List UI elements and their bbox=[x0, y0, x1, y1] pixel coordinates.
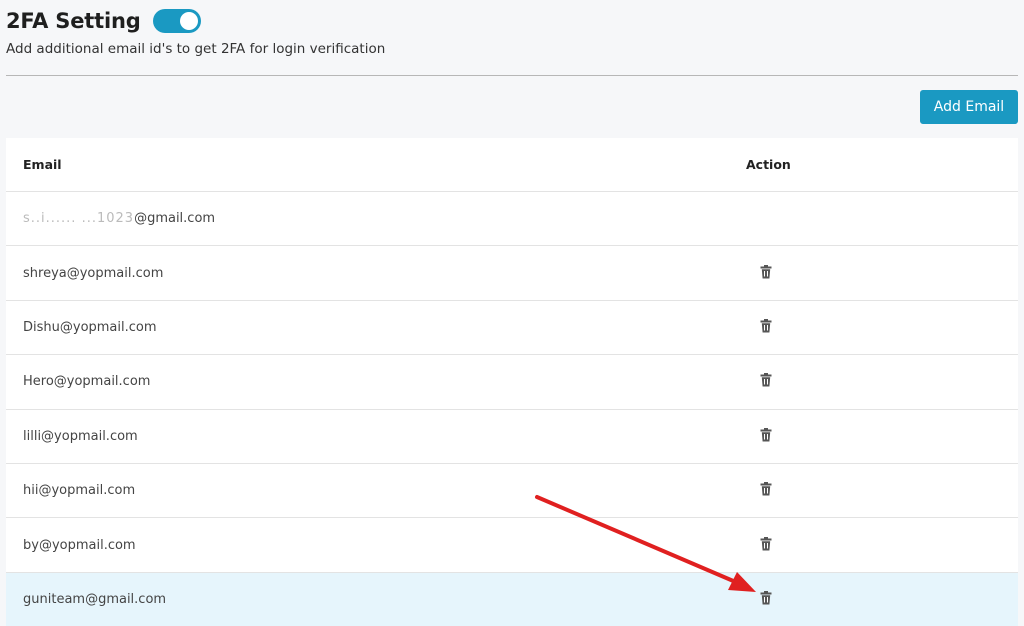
table-row: lilli@yopmail.com bbox=[6, 410, 1018, 464]
trash-icon[interactable] bbox=[759, 427, 773, 442]
email-cell: shreya@yopmail.com bbox=[23, 265, 164, 281]
trash-icon[interactable] bbox=[759, 318, 773, 333]
action-cell bbox=[746, 536, 1018, 555]
email-cell: Dishu@yopmail.com bbox=[23, 319, 157, 335]
table-row: shreya@yopmail.com bbox=[6, 246, 1018, 301]
trash-icon[interactable] bbox=[759, 536, 773, 551]
table-row: Hero@yopmail.com bbox=[6, 355, 1018, 410]
action-cell bbox=[746, 318, 1018, 337]
email-suffix: @gmail.com bbox=[134, 211, 216, 227]
action-cell bbox=[746, 372, 1018, 391]
table-row: Dishu@yopmail.com bbox=[6, 301, 1018, 356]
action-cell bbox=[746, 264, 1018, 283]
page-subtitle: Add additional email id's to get 2FA for… bbox=[6, 41, 386, 57]
trash-icon[interactable] bbox=[759, 591, 773, 605]
email-cell: lilli@yopmail.com bbox=[23, 428, 138, 444]
toggle-knob bbox=[179, 12, 198, 30]
email-cell: hii@yopmail.com bbox=[23, 483, 136, 499]
email-cell: by@yopmail.com bbox=[23, 537, 136, 553]
email-cell: Hero@yopmail.com bbox=[23, 374, 151, 390]
email-cell: s..i...... ...1023@gmail.com bbox=[6, 211, 746, 226]
trash-icon[interactable] bbox=[759, 482, 773, 496]
table-row: hii@yopmail.com bbox=[6, 464, 1018, 519]
2fa-toggle[interactable] bbox=[152, 9, 201, 33]
two-factor-settings-page: 2FA Setting Add additional email id's to… bbox=[0, 0, 1024, 626]
action-cell bbox=[746, 481, 1018, 500]
settings-header: 2FA Setting Add additional email id's to… bbox=[6, 6, 1018, 57]
title-row: 2FA Setting bbox=[6, 6, 1018, 36]
email-table: Email Action s..i...... ...1023@gmail.co… bbox=[6, 138, 1018, 626]
header-divider bbox=[6, 75, 1018, 76]
masked-email-text: s..i...... ...1023 bbox=[23, 211, 135, 227]
table-row: s..i...... ...1023@gmail.com bbox=[6, 192, 1018, 247]
table-row: by@yopmail.com bbox=[6, 518, 1018, 573]
action-cell bbox=[746, 427, 1018, 446]
trash-icon[interactable] bbox=[759, 264, 773, 279]
action-cell bbox=[746, 590, 1018, 609]
column-header-action: Action bbox=[746, 157, 791, 172]
page-title: 2FA Setting bbox=[6, 9, 141, 33]
add-email-button[interactable]: Add Email bbox=[920, 90, 1018, 124]
table-header: Email Action bbox=[6, 138, 1018, 192]
email-cell: guniteam@gmail.com bbox=[23, 592, 167, 608]
table-row-highlighted: guniteam@gmail.com bbox=[6, 572, 1018, 626]
trash-icon[interactable] bbox=[759, 373, 773, 387]
column-header-email: Email bbox=[23, 157, 62, 172]
